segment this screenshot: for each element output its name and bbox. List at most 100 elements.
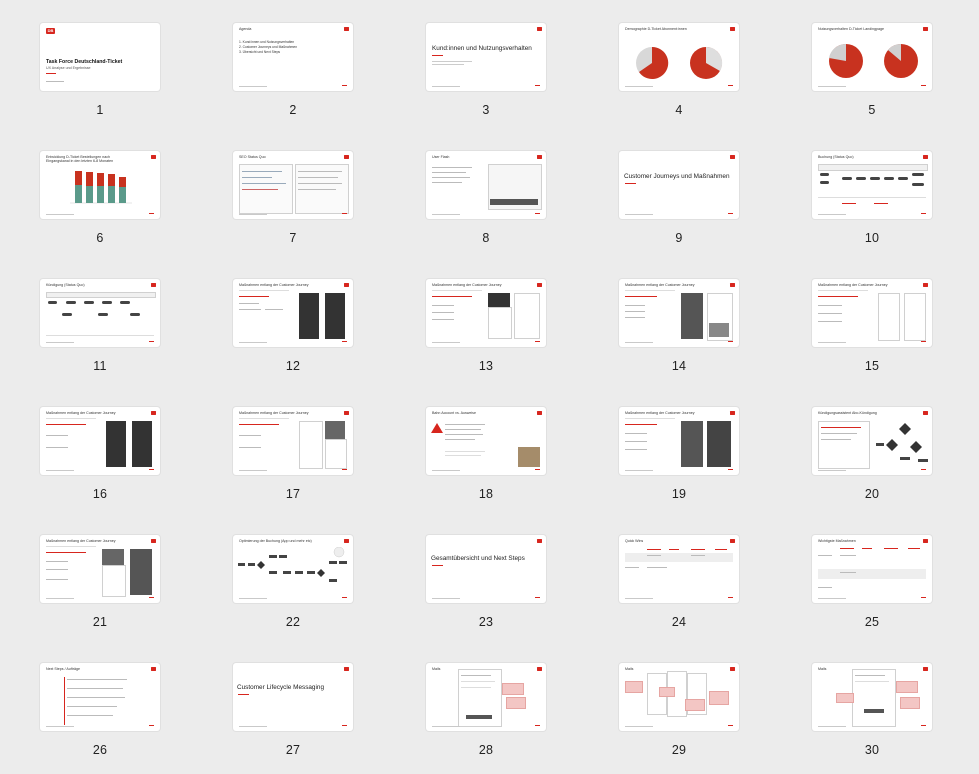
slide-thumbnail[interactable]: Customer Lifecycle Messaging bbox=[233, 663, 353, 731]
slide-thumbnail[interactable]: Maßnahmen entlang der Customer Journey bbox=[233, 279, 353, 347]
slide-6[interactable]: Entwicklung D-Ticket Bestellungen nach E… bbox=[40, 151, 160, 245]
slide-11[interactable]: Kündigung (Status Quo) 11 bbox=[40, 279, 160, 373]
db-logo-icon bbox=[923, 283, 928, 287]
slide-16[interactable]: Maßnahmen entlang der Customer Journey 1… bbox=[40, 407, 160, 501]
slide-8[interactable]: User Flash 8 bbox=[426, 151, 546, 245]
slide-thumbnail[interactable]: Customer Journeys und Maßnahmen bbox=[619, 151, 739, 219]
slide-19[interactable]: Maßnahmen entlang der Customer Journey 1… bbox=[619, 407, 739, 501]
slide-thumbnail[interactable]: Maßnahmen entlang der Customer Journey bbox=[812, 279, 932, 347]
slide-thumbnail[interactable]: SEO Status Quo bbox=[233, 151, 353, 219]
slide-22[interactable]: Optimierung der Buchung (App und mehr et… bbox=[233, 535, 353, 629]
slide-thumbnail[interactable]: Quick Wins bbox=[619, 535, 739, 603]
db-logo-icon bbox=[923, 411, 928, 415]
slide-23[interactable]: Gesamtübersicht und Next Steps 23 bbox=[426, 535, 546, 629]
slide-3[interactable]: Kund:innen und Nutzungsverhalten 3 bbox=[426, 23, 546, 117]
db-logo-icon bbox=[537, 283, 542, 287]
db-logo-icon bbox=[537, 539, 542, 543]
slide-thumbnail[interactable]: Maßnahmen entlang der Customer Journey bbox=[233, 407, 353, 475]
slide-number: 11 bbox=[93, 359, 107, 373]
slide-10[interactable]: Buchung (Status Quo) 10 bbox=[812, 151, 932, 245]
slide-12[interactable]: Maßnahmen entlang der Customer Journey 1… bbox=[233, 279, 353, 373]
slide-number: 22 bbox=[285, 615, 301, 629]
slide-thumbnail[interactable]: Kündigungsassistent Abo-Kündigung bbox=[812, 407, 932, 475]
slide-29[interactable]: Mails 29 bbox=[619, 663, 739, 757]
slide-21[interactable]: Maßnahmen entlang der Customer Journey 2… bbox=[40, 535, 160, 629]
db-logo-icon bbox=[730, 283, 735, 287]
slide-sorter-grid: DB Task Force Deutschland-Ticket UX Anal… bbox=[0, 0, 979, 774]
db-logo-icon bbox=[537, 411, 542, 415]
slide-26[interactable]: Next Steps / Aufträge 26 bbox=[40, 663, 160, 757]
slide-15[interactable]: Maßnahmen entlang der Customer Journey 1… bbox=[812, 279, 932, 373]
slide-9[interactable]: Customer Journeys und Maßnahmen 9 bbox=[619, 151, 739, 245]
slide-thumbnail[interactable]: Mails bbox=[426, 663, 546, 731]
slide-14[interactable]: Maßnahmen entlang der Customer Journey 1… bbox=[619, 279, 739, 373]
slide-number: 1 bbox=[96, 103, 104, 117]
slide-title: Next Steps / Aufträge bbox=[46, 667, 80, 671]
slide-thumbnail[interactable]: Kund:innen und Nutzungsverhalten bbox=[426, 23, 546, 91]
pie-charts-icon bbox=[829, 43, 918, 78]
db-logo-icon bbox=[344, 155, 349, 159]
slide-number: 12 bbox=[285, 359, 301, 373]
slide-thumbnail[interactable]: Entwicklung D-Ticket Bestellungen nach E… bbox=[40, 151, 160, 219]
slide-thumbnail[interactable]: DB Task Force Deutschland-Ticket UX Anal… bbox=[40, 23, 160, 91]
slide-18[interactable]: Bahn Account vs. Ausweise 18 bbox=[426, 407, 546, 501]
slide-title: Wichtigste Maßnahmen bbox=[818, 539, 856, 543]
slide-title: Kündigung (Status Quo) bbox=[46, 283, 85, 287]
slide-thumbnail[interactable]: Mails bbox=[812, 663, 932, 731]
slide-thumbnail[interactable]: Maßnahmen entlang der Customer Journey bbox=[426, 279, 546, 347]
slide-title: SEO Status Quo bbox=[239, 155, 266, 159]
bar-chart-icon bbox=[70, 171, 132, 204]
slide-thumbnail[interactable]: Kündigung (Status Quo) bbox=[40, 279, 160, 347]
slide-thumbnail[interactable]: User Flash bbox=[426, 151, 546, 219]
slide-24[interactable]: Quick Wins 24 bbox=[619, 535, 739, 629]
slide-number: 30 bbox=[864, 743, 880, 757]
slide-4[interactable]: Demographie D-Ticket Abonnent:innen 4 bbox=[619, 23, 739, 117]
slide-thumbnail[interactable]: Nutzungsverhalten D-Ticket Landingpage bbox=[812, 23, 932, 91]
slide-thumbnail[interactable]: Maßnahmen entlang der Customer Journey bbox=[619, 279, 739, 347]
slide-thumbnail[interactable]: Maßnahmen entlang der Customer Journey bbox=[619, 407, 739, 475]
slide-thumbnail[interactable]: Buchung (Status Quo) bbox=[812, 151, 932, 219]
warning-icon bbox=[431, 423, 443, 433]
slide-1[interactable]: DB Task Force Deutschland-Ticket UX Anal… bbox=[40, 23, 160, 117]
slide-thumbnail[interactable]: Maßnahmen entlang der Customer Journey bbox=[40, 407, 160, 475]
slide-number: 2 bbox=[289, 103, 297, 117]
slide-title: Optimierung der Buchung (App und mehr et… bbox=[239, 539, 312, 543]
slide-7[interactable]: SEO Status Quo 7 bbox=[233, 151, 353, 245]
slide-thumbnail[interactable]: Demographie D-Ticket Abonnent:innen bbox=[619, 23, 739, 91]
slide-30[interactable]: Mails 30 bbox=[812, 663, 932, 757]
slide-subtitle: UX Analyse und Ergebnisse bbox=[46, 66, 91, 70]
slide-title: Agenda bbox=[239, 27, 252, 31]
slide-thumbnail[interactable]: Maßnahmen entlang der Customer Journey bbox=[40, 535, 160, 603]
db-logo-icon bbox=[537, 155, 542, 159]
slide-number: 26 bbox=[92, 743, 108, 757]
slide-thumbnail[interactable]: Optimierung der Buchung (App und mehr et… bbox=[233, 535, 353, 603]
slide-number: 25 bbox=[864, 615, 880, 629]
slide-title: Task Force Deutschland-Ticket bbox=[46, 59, 123, 65]
db-logo-icon bbox=[151, 411, 156, 415]
slide-20[interactable]: Kündigungsassistent Abo-Kündigung 20 bbox=[812, 407, 932, 501]
slide-thumbnail[interactable]: Mails bbox=[619, 663, 739, 731]
slide-thumbnail[interactable]: Agenda 1. Kund:innen und Nutzungsverhalt… bbox=[233, 23, 353, 91]
slide-title: Kündigungsassistent Abo-Kündigung bbox=[818, 411, 877, 415]
slide-title: Maßnahmen entlang der Customer Journey bbox=[239, 283, 309, 287]
slide-number: 14 bbox=[671, 359, 687, 373]
slide-13[interactable]: Maßnahmen entlang der Customer Journey 1… bbox=[426, 279, 546, 373]
slide-thumbnail[interactable]: Next Steps / Aufträge bbox=[40, 663, 160, 731]
slide-number: 19 bbox=[671, 487, 687, 501]
slide-25[interactable]: Wichtigste Maßnahmen 25 bbox=[812, 535, 932, 629]
slide-title: Quick Wins bbox=[625, 539, 644, 543]
slide-thumbnail[interactable]: Gesamtübersicht und Next Steps bbox=[426, 535, 546, 603]
slide-title: Customer Lifecycle Messaging bbox=[237, 684, 325, 691]
slide-5[interactable]: Nutzungsverhalten D-Ticket Landingpage 5 bbox=[812, 23, 932, 117]
slide-number: 27 bbox=[285, 743, 301, 757]
slide-title: Mails bbox=[432, 667, 441, 671]
slide-title: User Flash bbox=[432, 155, 450, 159]
slide-number: 24 bbox=[671, 615, 687, 629]
slide-2[interactable]: Agenda 1. Kund:innen und Nutzungsverhalt… bbox=[233, 23, 353, 117]
slide-17[interactable]: Maßnahmen entlang der Customer Journey 1… bbox=[233, 407, 353, 501]
slide-thumbnail[interactable]: Bahn Account vs. Ausweise bbox=[426, 407, 546, 475]
slide-28[interactable]: Mails 28 bbox=[426, 663, 546, 757]
slide-title: Customer Journeys und Maßnahmen bbox=[624, 173, 730, 180]
slide-thumbnail[interactable]: Wichtigste Maßnahmen bbox=[812, 535, 932, 603]
slide-27[interactable]: Customer Lifecycle Messaging 27 bbox=[233, 663, 353, 757]
